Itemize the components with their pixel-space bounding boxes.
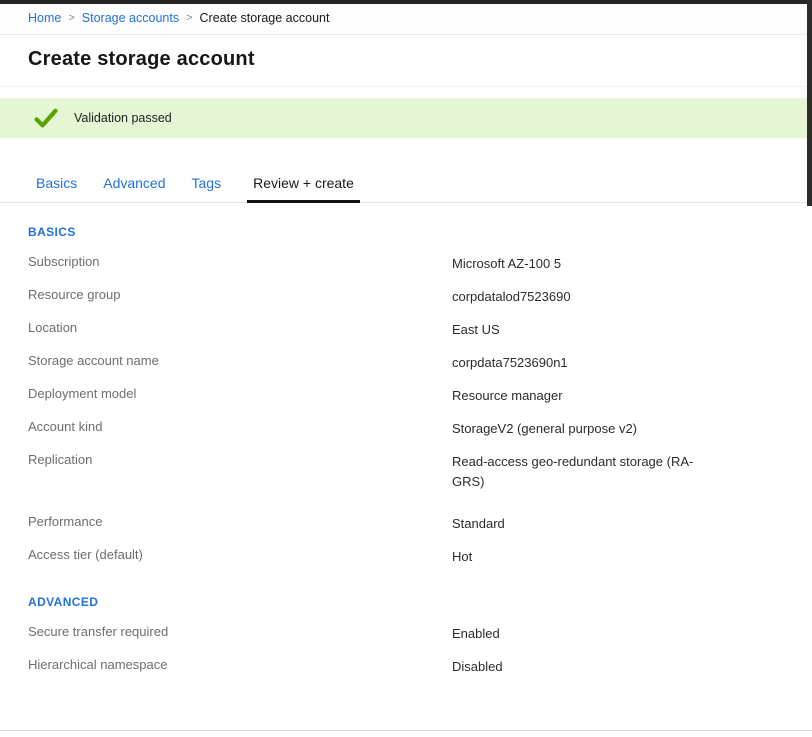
breadcrumb-current: Create storage account xyxy=(200,11,330,25)
row-label: Resource group xyxy=(28,287,452,302)
review-summary: BASICS Subscription Microsoft AZ-100 5 R… xyxy=(0,225,812,684)
tab-review-create[interactable]: Review + create xyxy=(247,175,360,203)
title-block: Create storage account xyxy=(0,35,812,87)
row-label: Location xyxy=(28,320,452,335)
breadcrumb-separator-icon: > xyxy=(186,12,192,24)
page-title: Create storage account xyxy=(28,48,784,71)
row-value: corpdata7523690n1 xyxy=(452,353,568,373)
tab-bar: Basics Advanced Tags Review + create xyxy=(36,175,812,203)
row-value: Hot xyxy=(452,547,472,567)
breadcrumb-link-home[interactable]: Home xyxy=(28,11,61,25)
row-location: Location East US xyxy=(28,313,812,346)
checkmark-icon xyxy=(34,108,58,129)
row-label: Replication xyxy=(28,452,452,467)
section-heading-advanced: ADVANCED xyxy=(28,595,812,609)
row-label: Storage account name xyxy=(28,353,452,368)
row-subscription: Subscription Microsoft AZ-100 5 xyxy=(28,247,812,280)
tab-advanced[interactable]: Advanced xyxy=(103,175,165,203)
row-label: Access tier (default) xyxy=(28,547,452,562)
row-label: Subscription xyxy=(28,254,452,269)
section-heading-basics: BASICS xyxy=(28,225,812,239)
row-label: Account kind xyxy=(28,419,452,434)
row-performance: Performance Standard xyxy=(28,507,812,540)
row-deployment-model: Deployment model Resource manager xyxy=(28,380,812,413)
row-account-kind: Account kind StorageV2 (general purpose … xyxy=(28,413,812,446)
breadcrumb-separator-icon: > xyxy=(68,12,74,24)
row-label: Deployment model xyxy=(28,386,452,401)
validation-banner: Validation passed xyxy=(0,98,812,138)
row-value: Microsoft AZ-100 5 xyxy=(452,254,561,274)
footer-divider xyxy=(0,730,812,731)
tab-basics[interactable]: Basics xyxy=(36,175,77,203)
row-hierarchical-namespace: Hierarchical namespace Disabled xyxy=(28,651,812,684)
breadcrumb-link-storage-accounts[interactable]: Storage accounts xyxy=(82,11,179,25)
row-access-tier: Access tier (default) Hot xyxy=(28,540,812,573)
row-secure-transfer: Secure transfer required Enabled xyxy=(28,617,812,650)
breadcrumb: Home > Storage accounts > Create storage… xyxy=(0,0,812,35)
window-top-border xyxy=(0,0,812,4)
window-right-border xyxy=(807,0,812,206)
validation-banner-text: Validation passed xyxy=(74,111,172,125)
row-value: Read-access geo-redundant storage (RA-GR… xyxy=(452,452,704,492)
row-value: Standard xyxy=(452,514,505,534)
row-value: East US xyxy=(452,320,500,340)
row-label: Secure transfer required xyxy=(28,624,452,639)
row-value: Disabled xyxy=(452,657,503,677)
row-storage-account-name: Storage account name corpdata7523690n1 xyxy=(28,346,812,379)
row-value: corpdatalod7523690 xyxy=(452,287,571,307)
row-value: StorageV2 (general purpose v2) xyxy=(452,419,637,439)
tab-tags[interactable]: Tags xyxy=(192,175,222,203)
row-resource-group: Resource group corpdatalod7523690 xyxy=(28,280,812,313)
row-label: Performance xyxy=(28,514,452,529)
row-replication: Replication Read-access geo-redundant st… xyxy=(28,446,812,499)
row-value: Enabled xyxy=(452,624,500,644)
row-label: Hierarchical namespace xyxy=(28,657,452,672)
row-value: Resource manager xyxy=(452,386,563,406)
